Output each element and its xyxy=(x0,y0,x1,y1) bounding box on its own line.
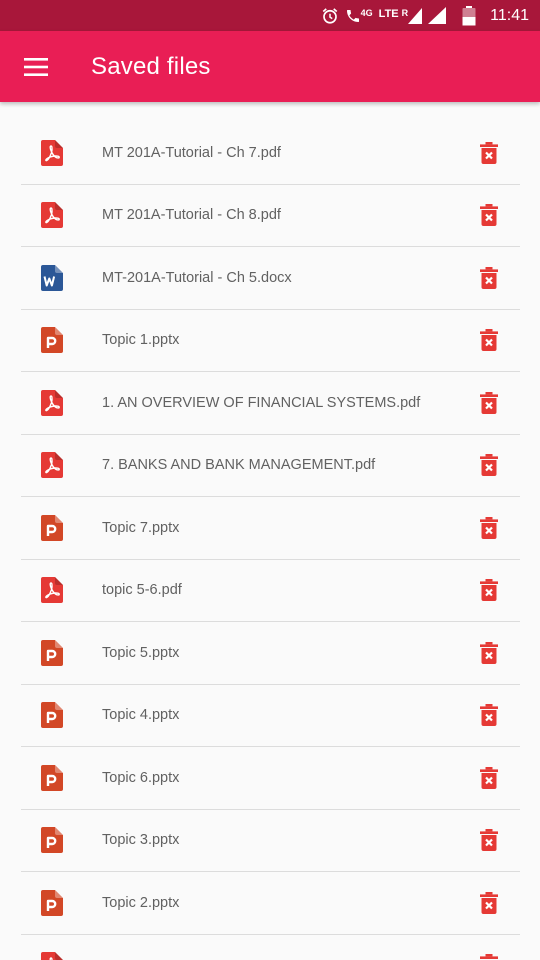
menu-button[interactable] xyxy=(0,31,72,102)
pdf-file-icon xyxy=(21,389,83,416)
trash-delete-icon xyxy=(480,454,498,477)
battery-icon xyxy=(462,5,476,25)
file-list-item[interactable]: 1. AN OVERVIEW OF FINANCIAL SYSTEMS.pdf xyxy=(21,372,520,435)
delete-button[interactable] xyxy=(458,891,520,914)
delete-button[interactable] xyxy=(458,141,520,164)
trash-delete-icon xyxy=(480,579,498,602)
delete-button[interactable] xyxy=(458,266,520,289)
file-name: Topic 4.pptx xyxy=(102,707,180,724)
file-name: Topic 7.pptx xyxy=(102,519,180,536)
signal-strength-icon-2 xyxy=(428,7,447,24)
trash-delete-icon xyxy=(480,954,498,960)
trash-delete-icon xyxy=(480,391,498,414)
trash-delete-icon xyxy=(480,204,498,227)
app-bar: Saved files xyxy=(0,31,540,102)
trash-delete-icon xyxy=(480,329,498,352)
network-lte-label: LTE xyxy=(378,7,399,20)
delete-button[interactable] xyxy=(458,954,520,960)
file-list-item[interactable]: 7. BANKS AND BANK MANAGEMENT.pdf xyxy=(21,435,520,497)
page-title: Saved files xyxy=(91,52,211,80)
file-list-item[interactable]: topic 5-6.pdf xyxy=(21,560,520,622)
delete-button[interactable] xyxy=(458,704,520,727)
file-name: MT 201A-Tutorial - Ch 7.pdf xyxy=(102,144,281,161)
file-name: Topic 5.pptx xyxy=(102,644,180,661)
powerpoint-file-icon xyxy=(21,764,83,791)
pdf-file-icon xyxy=(21,452,83,479)
delete-button[interactable] xyxy=(458,454,520,477)
file-name: 7. BANKS AND BANK MANAGEMENT.pdf xyxy=(102,457,376,474)
delete-button[interactable] xyxy=(458,391,520,414)
status-bar: 4G LTE R 11:41 xyxy=(0,0,540,31)
file-name: Topic 1.pptx xyxy=(102,332,180,349)
phone-call-icon xyxy=(346,9,359,22)
delete-button[interactable] xyxy=(458,829,520,852)
lte-indicator: LTE R xyxy=(378,7,423,24)
file-list-item[interactable]: MT 201A-Tutorial - Ch 8.pdf xyxy=(21,185,520,247)
file-name: Topic 6.pptx xyxy=(102,769,180,786)
file-list-item[interactable]: MT-201A-Tutorial - Ch 5.docx xyxy=(21,247,520,310)
network-4g-label: 4G xyxy=(360,7,373,18)
pdf-file-icon xyxy=(21,952,83,960)
pdf-file-icon xyxy=(21,202,83,229)
trash-delete-icon xyxy=(480,704,498,727)
file-name: MT-201A-Tutorial - Ch 5.docx xyxy=(102,269,292,286)
file-list-item[interactable] xyxy=(21,935,520,960)
file-name: MT 201A-Tutorial - Ch 8.pdf xyxy=(102,207,281,224)
file-name: 1. AN OVERVIEW OF FINANCIAL SYSTEMS.pdf xyxy=(102,394,421,411)
file-list-item[interactable]: Topic 1.pptx xyxy=(21,310,520,372)
powerpoint-file-icon xyxy=(21,889,83,916)
file-list-item[interactable]: Topic 4.pptx xyxy=(21,685,520,747)
file-list-item[interactable]: Topic 3.pptx xyxy=(21,810,520,872)
saved-files-list: MT 201A-Tutorial - Ch 7.pdf MT 201A-Tuto… xyxy=(21,122,520,960)
alarm-icon xyxy=(322,7,337,24)
powerpoint-file-icon xyxy=(21,702,83,729)
volte-call-indicator: 4G xyxy=(345,8,373,24)
pdf-file-icon xyxy=(21,139,83,166)
file-name: Topic 2.pptx xyxy=(102,894,180,911)
trash-delete-icon xyxy=(480,641,498,664)
powerpoint-file-icon xyxy=(21,327,83,354)
clock-time: 11:41 xyxy=(490,6,529,24)
file-list-item[interactable]: Topic 7.pptx xyxy=(21,497,520,560)
delete-button[interactable] xyxy=(458,329,520,352)
delete-button[interactable] xyxy=(458,579,520,602)
file-name: Topic 3.pptx xyxy=(102,832,180,849)
word-file-icon xyxy=(21,264,83,291)
file-list-item[interactable]: MT 201A-Tutorial - Ch 7.pdf xyxy=(21,122,520,185)
delete-button[interactable] xyxy=(458,766,520,789)
powerpoint-file-icon xyxy=(21,639,83,666)
delete-button[interactable] xyxy=(458,204,520,227)
hamburger-menu-icon xyxy=(24,57,48,76)
file-list-item[interactable]: Topic 5.pptx xyxy=(21,622,520,685)
delete-button[interactable] xyxy=(458,516,520,539)
trash-delete-icon xyxy=(480,829,498,852)
trash-delete-icon xyxy=(480,141,498,164)
trash-delete-icon xyxy=(480,516,498,539)
file-list-item[interactable]: Topic 6.pptx xyxy=(21,747,520,810)
file-list-item[interactable]: Topic 2.pptx xyxy=(21,872,520,935)
signal-strength-icon xyxy=(408,7,423,24)
delete-button[interactable] xyxy=(458,641,520,664)
trash-delete-icon xyxy=(480,766,498,789)
file-name: topic 5-6.pdf xyxy=(102,582,182,599)
powerpoint-file-icon xyxy=(21,827,83,854)
powerpoint-file-icon xyxy=(21,514,83,541)
pdf-file-icon xyxy=(21,577,83,604)
trash-delete-icon xyxy=(480,266,498,289)
trash-delete-icon xyxy=(480,891,498,914)
